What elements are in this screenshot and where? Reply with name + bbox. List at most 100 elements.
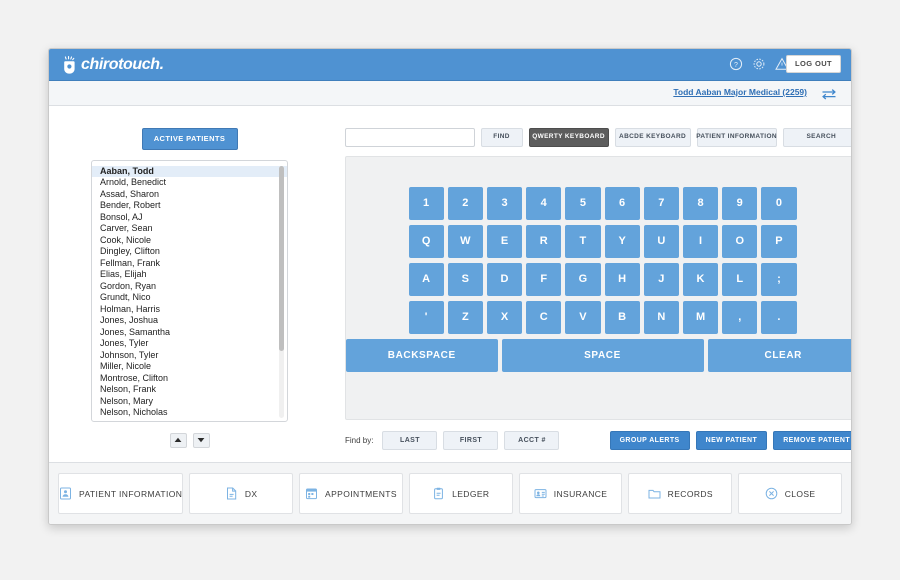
key-space[interactable]: SPACE [501, 339, 704, 372]
find-by-row: Find by: LAST FIRST ACCT # GROUP ALERTS NEW… [345, 431, 851, 450]
nav-insurance-button[interactable]: INSURANCE [518, 473, 623, 514]
keyboard-rows: 1 2 3 4 5 6 7 8 9 0 Q W E R T Y U I O P A S D F G H J K L; ' Z X C V B N M,. [408, 187, 797, 334]
new-patient-button[interactable]: NEW PATIENT [695, 431, 768, 450]
patient-list-scrollbar-thumb[interactable] [279, 165, 284, 351]
patient-list-item[interactable]: Jones, Joshua [92, 315, 287, 327]
key-0[interactable]: 0 [761, 187, 797, 220]
key-B[interactable]: B [604, 301, 640, 334]
qwerty-keyboard-button[interactable]: QWERTY KEYBOARD [528, 128, 609, 147]
key-4[interactable]: 4 [526, 187, 562, 220]
patient-list-item[interactable]: Arnold, Benedict [92, 177, 287, 189]
scroll-down-button[interactable] [192, 432, 210, 448]
key-K[interactable]: K [682, 263, 719, 296]
key-Y[interactable]: Y [604, 225, 640, 258]
key-Z[interactable]: Z [447, 301, 483, 334]
key-3[interactable]: 3 [486, 187, 523, 220]
find-by-first-button[interactable]: FIRST [443, 431, 499, 450]
patient-list-item[interactable]: Montrose, Clifton [92, 373, 287, 385]
patient-list-item[interactable]: Elias, Elijah [92, 269, 287, 281]
key-U[interactable]: U [643, 225, 679, 258]
active-patients-button[interactable]: ACTIVE PATIENTS [141, 128, 238, 150]
key-R[interactable]: R [526, 225, 562, 258]
find-by-acct-button[interactable]: ACCT # [504, 431, 560, 450]
remove-patient-button[interactable]: REMOVE PATIENT [773, 431, 851, 450]
nav-appointments-button[interactable]: APPOINTMENTS [299, 473, 403, 514]
patient-list-item[interactable]: Bender, Robert [92, 200, 287, 212]
group-alerts-button[interactable]: GROUP ALERTS [609, 431, 690, 450]
key-P[interactable]: P [761, 225, 797, 258]
patient-list-item[interactable]: Jones, Samantha [92, 327, 287, 339]
nav-patient-information-button[interactable]: PATIENT INFORMATION [58, 473, 184, 514]
key-9[interactable]: 9 [722, 187, 758, 220]
patient-information-button[interactable]: PATIENT INFORMATION [696, 128, 777, 147]
patient-list-item[interactable]: Grundt, Nico [92, 292, 287, 304]
patient-list-item[interactable]: Carver, Sean [92, 223, 287, 235]
key-1[interactable]: 1 [408, 187, 444, 220]
patient-list[interactable]: Aaban, Todd Arnold, Benedict Assad, Sharon… [91, 159, 288, 422]
key-backspace[interactable]: BACKSPACE [346, 339, 498, 372]
key-L[interactable]: L [722, 263, 758, 296]
patient-list-item[interactable]: Assad, Sharon [92, 189, 287, 201]
key-C[interactable]: C [526, 301, 562, 334]
key-;[interactable]: ; [761, 263, 797, 296]
key-J[interactable]: J [643, 263, 679, 296]
key-V[interactable]: V [565, 301, 601, 334]
key-H[interactable]: H [604, 263, 640, 296]
key-S[interactable]: S [447, 263, 483, 296]
key-W[interactable]: W [447, 225, 483, 258]
key-N[interactable]: N [643, 301, 679, 334]
keyboard-row: 1234567890 [408, 187, 797, 220]
abcde-keyboard-button[interactable]: ABCDE KEYBOARD [614, 128, 691, 147]
search-button[interactable]: SEARCH [782, 128, 851, 147]
nav-records-button[interactable]: RECORDS [628, 473, 733, 514]
key-'[interactable]: ' [408, 301, 444, 334]
patient-list-item[interactable]: Johnson, Tyler [92, 350, 287, 362]
list-scroll-buttons [82, 432, 297, 448]
key-clear[interactable]: CLEAR [707, 339, 851, 372]
find-by-last-button[interactable]: LAST [382, 431, 438, 450]
key-O[interactable]: O [722, 225, 758, 258]
patient-list-item[interactable]: Aaban, Todd [92, 165, 287, 177]
nav-close-button[interactable]: CLOSE [738, 473, 842, 514]
key-G[interactable]: G [565, 263, 601, 296]
key-E[interactable]: E [486, 225, 523, 258]
swap-arrows-icon[interactable] [819, 85, 839, 102]
key-5[interactable]: 5 [565, 187, 601, 220]
patient-list-item[interactable]: Miller, Nicole [92, 361, 287, 373]
scroll-up-button[interactable] [169, 432, 187, 448]
key-D[interactable]: D [486, 263, 523, 296]
key-7[interactable]: 7 [643, 187, 679, 220]
patient-list-item[interactable]: Bonsol, AJ [92, 212, 287, 224]
patient-list-item[interactable]: Holman, Harris [92, 304, 287, 316]
patient-list-item[interactable]: Fellman, Frank [92, 258, 287, 270]
key-Q[interactable]: Q [408, 225, 444, 258]
key-8[interactable]: 8 [682, 187, 719, 220]
patient-list-item[interactable]: Gordon, Ryan [92, 281, 287, 293]
key-,[interactable]: , [722, 301, 758, 334]
gear-icon[interactable] [752, 57, 766, 71]
current-patient-link[interactable]: Todd Aaban Major Medical (2259) [673, 87, 807, 97]
help-icon[interactable]: ? [729, 57, 743, 71]
patient-list-item[interactable]: Nelson, Mary [92, 396, 287, 408]
key-A[interactable]: A [408, 263, 444, 296]
key-X[interactable]: X [486, 301, 523, 334]
key-T[interactable]: T [565, 225, 601, 258]
key-.[interactable]: . [761, 301, 797, 334]
patient-list-item[interactable]: Nelson, Frank [92, 384, 287, 396]
nav-dx-button[interactable]: DX [189, 473, 294, 514]
key-2[interactable]: 2 [447, 187, 483, 220]
key-F[interactable]: F [526, 263, 562, 296]
nav-ledger-button[interactable]: LEDGER [408, 473, 513, 514]
patient-list-item[interactable]: Cook, Nicole [92, 235, 287, 247]
key-6[interactable]: 6 [604, 187, 640, 220]
patient-list-item[interactable]: Jones, Tyler [92, 338, 287, 350]
chirotouch-hand-icon [63, 56, 79, 74]
key-I[interactable]: I [682, 225, 719, 258]
logout-button[interactable]: LOG OUT [786, 55, 841, 73]
find-button[interactable]: FIND [480, 128, 523, 147]
nav-button-label: PATIENT INFORMATION [79, 488, 183, 499]
key-M[interactable]: M [682, 301, 719, 334]
patient-list-item[interactable]: Dingley, Clifton [92, 246, 287, 258]
patient-list-item[interactable]: Nelson, Nicholas [92, 407, 287, 419]
search-input[interactable] [345, 128, 475, 147]
